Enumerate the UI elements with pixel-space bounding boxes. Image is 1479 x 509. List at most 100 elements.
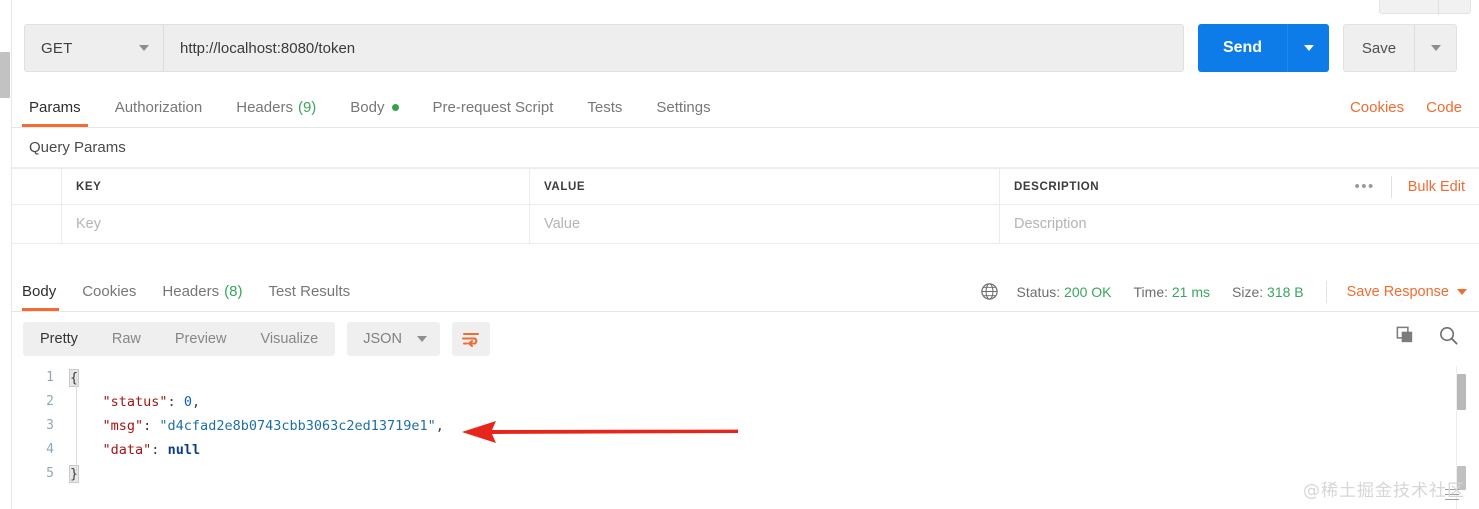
json-key: "data"	[102, 442, 152, 458]
save-response-button[interactable]: Save Response	[1347, 284, 1467, 300]
code-content: "data": null	[70, 438, 201, 462]
json-null-value: null	[167, 442, 201, 458]
code-content: "msg": "d4cfad2e8b0743cbb3063c2ed13719e1…	[70, 414, 444, 438]
tab-label: Authorization	[114, 99, 203, 116]
json-punct: :	[167, 394, 184, 410]
copy-icon[interactable]	[1395, 325, 1416, 351]
view-visualize-button[interactable]: Visualize	[243, 322, 335, 356]
outer-vertical-scrollbar[interactable]	[0, 0, 11, 509]
tab-body[interactable]: Body	[333, 88, 415, 127]
word-wrap-toggle[interactable]	[452, 322, 491, 356]
postman-request-response-view: GET http://localhost:8080/token Send Sav…	[0, 0, 1479, 509]
status-value: 200 OK	[1064, 283, 1112, 300]
response-tab-cookies[interactable]: Cookies	[69, 272, 149, 311]
json-string-value: "d4cfad2e8b0743cbb3063c2ed13719e1"	[159, 418, 436, 434]
row-cell-description[interactable]: Description	[1000, 205, 1479, 243]
response-body-toolbar: Pretty Raw Preview Visualize JSON	[23, 322, 491, 356]
chevron-down-icon	[139, 45, 149, 51]
view-preview-button[interactable]: Preview	[158, 322, 244, 356]
http-method-dropdown[interactable]: GET	[24, 24, 163, 72]
send-options-button[interactable]	[1287, 24, 1329, 72]
code-fold-guide	[76, 378, 77, 474]
json-punct: :	[143, 418, 160, 434]
http-method-label: GET	[41, 39, 73, 57]
body-format-dropdown[interactable]: JSON	[347, 322, 441, 356]
status-label: Status:	[1016, 283, 1061, 300]
response-body-code[interactable]: 1 { 2 "status": 0, 3 "msg": "d4cfad2e8b0…	[12, 366, 1479, 509]
view-raw-button[interactable]: Raw	[95, 322, 158, 356]
code-scrollbar-thumb[interactable]	[1457, 374, 1466, 410]
json-key: "status"	[102, 394, 168, 410]
column-header-key: KEY	[76, 180, 102, 193]
send-button-group: Send	[1198, 24, 1329, 72]
line-number: 2	[46, 394, 54, 409]
status-meta: Status: 200 OK	[1017, 284, 1112, 300]
tab-label: Settings	[656, 99, 711, 116]
body-present-dot-icon	[391, 104, 399, 111]
tab-label: Body	[350, 99, 385, 116]
tab-params[interactable]: Params	[12, 88, 98, 127]
code-content: "status": 0,	[70, 390, 201, 414]
globe-icon	[980, 282, 999, 301]
chevron-down-icon	[1430, 45, 1441, 51]
query-params-title: Query Params	[12, 128, 1479, 168]
tab-label: Pre-request Script	[432, 99, 554, 116]
time-meta: Time: 21 ms	[1134, 284, 1211, 300]
row-cell-value[interactable]: Value	[530, 205, 1000, 243]
cookies-link[interactable]: Cookies	[1350, 99, 1404, 116]
chevron-down-icon	[1303, 45, 1314, 51]
column-header-description: DESCRIPTION	[1014, 180, 1100, 193]
code-line: 5 }	[12, 462, 1479, 486]
line-number: 3	[46, 418, 54, 433]
word-wrap-icon	[462, 333, 480, 347]
header-cell-key: KEY	[62, 169, 530, 204]
key-input-placeholder: Key	[76, 216, 101, 232]
line-number: 1	[46, 370, 54, 385]
request-url-bar: GET http://localhost:8080/token Send Sav…	[24, 24, 1457, 72]
chevron-down-icon	[417, 336, 428, 342]
tab-headers[interactable]: Headers (9)	[219, 88, 333, 127]
json-punct: :	[151, 442, 168, 458]
tab-tests[interactable]: Tests	[570, 88, 639, 127]
tab-label: Tests	[587, 99, 623, 116]
code-line: 4 "data": null	[12, 438, 1479, 462]
response-tab-body[interactable]: Body	[12, 272, 69, 311]
url-value: http://localhost:8080/token	[180, 39, 356, 57]
response-tab-headers[interactable]: Headers (8)	[149, 272, 255, 311]
header-cell-checkbox	[12, 169, 62, 204]
top-right-cutoff-control[interactable]	[1379, 0, 1471, 15]
response-tabs: Body Cookies Headers (8) Test Results St…	[12, 272, 1479, 312]
save-options-button[interactable]	[1414, 24, 1457, 72]
body-view-segment: Pretty Raw Preview Visualize	[23, 322, 336, 356]
time-label: Time:	[1133, 283, 1168, 300]
request-tabs-actions: Cookies Code	[1350, 88, 1479, 127]
response-tab-test-results[interactable]: Test Results	[255, 272, 363, 311]
save-button-group: Save	[1343, 24, 1457, 72]
code-link[interactable]: Code	[1426, 99, 1462, 116]
search-icon[interactable]	[1438, 325, 1459, 351]
tab-pre-request-script[interactable]: Pre-request Script	[416, 88, 571, 127]
row-cell-checkbox[interactable]	[12, 205, 62, 243]
outer-scrollbar-thumb[interactable]	[0, 52, 10, 98]
url-input[interactable]: http://localhost:8080/token	[163, 24, 1184, 72]
response-meta: Status: 200 OK Time: 21 ms Size: 318 B S…	[980, 272, 1479, 311]
save-button[interactable]: Save	[1343, 24, 1414, 72]
description-input-placeholder: Description	[1014, 216, 1087, 232]
tab-authorization[interactable]: Authorization	[98, 88, 220, 127]
more-options-icon[interactable]: •••	[1339, 179, 1391, 194]
view-pretty-button[interactable]: Pretty	[23, 322, 95, 356]
tab-settings[interactable]: Settings	[639, 88, 727, 127]
size-label: Size:	[1232, 283, 1264, 300]
send-button[interactable]: Send	[1198, 24, 1287, 72]
json-number: 0	[183, 394, 192, 410]
value-input-placeholder: Value	[544, 216, 581, 232]
tab-label: Body	[22, 283, 57, 300]
tab-label: Headers	[236, 99, 293, 116]
chevron-down-icon	[1457, 288, 1467, 295]
code-line: 2 "status": 0,	[12, 390, 1479, 414]
body-format-value: JSON	[363, 331, 402, 347]
query-params-table: KEY VALUE DESCRIPTION ••• Bulk Edit Key …	[12, 168, 1479, 244]
row-cell-key[interactable]: Key	[62, 205, 530, 243]
code-line: 3 "msg": "d4cfad2e8b0743cbb3063c2ed13719…	[12, 414, 1479, 438]
bulk-edit-link[interactable]: Bulk Edit	[1392, 179, 1465, 195]
